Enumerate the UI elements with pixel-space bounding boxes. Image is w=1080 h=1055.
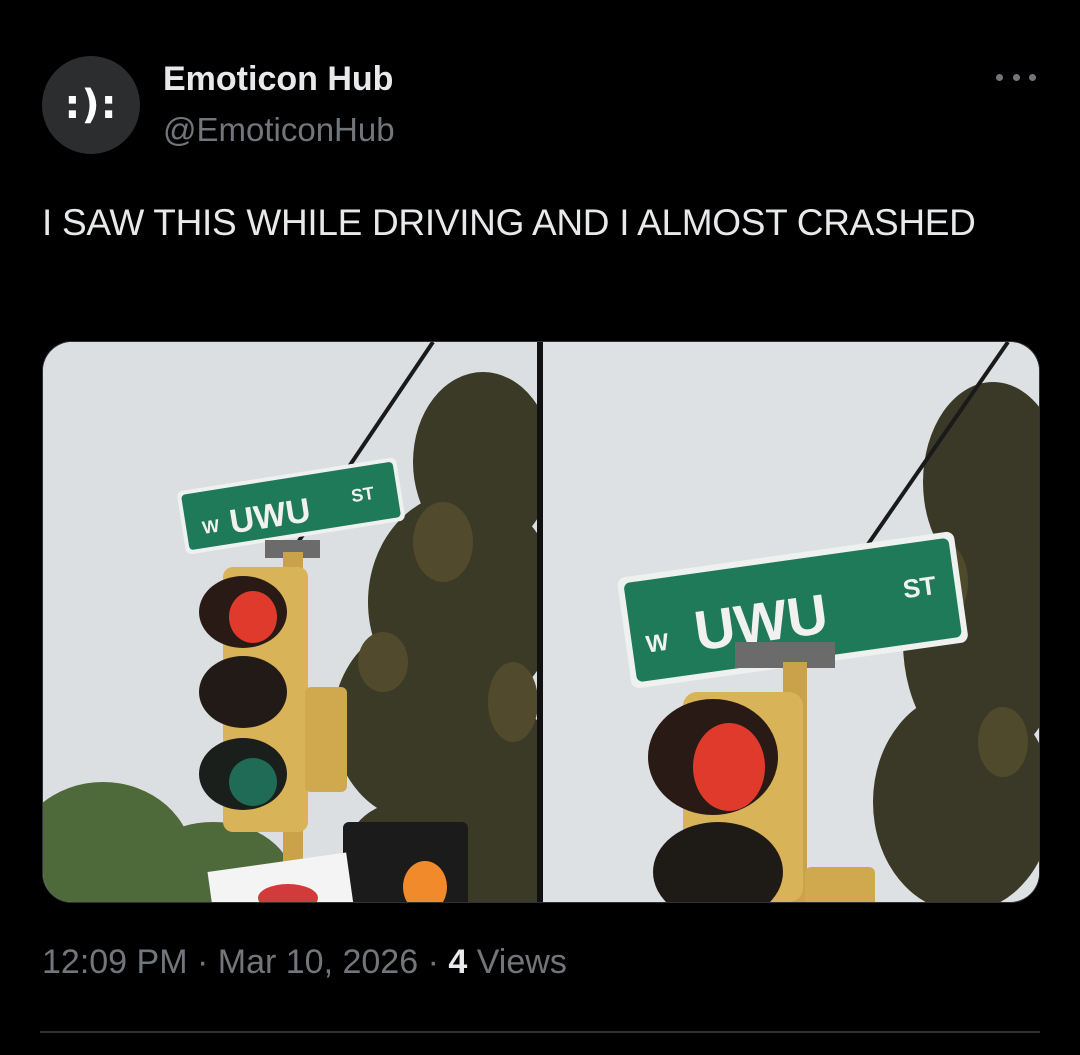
avatar[interactable]: :): xyxy=(42,56,140,154)
views-label: Views xyxy=(476,943,567,981)
tweet-time[interactable]: 12:09 PM xyxy=(42,943,188,981)
meta-separator: · xyxy=(427,943,439,981)
media-grid: W UWU ST W UWU ST xyxy=(42,341,1040,903)
more-horizontal-icon[interactable] xyxy=(996,62,1036,92)
photo-right[interactable]: W UWU ST xyxy=(543,342,1039,902)
sign-prefix-left: W xyxy=(201,516,221,538)
sign-prefix-right: W xyxy=(644,629,671,659)
photo-left[interactable]: W UWU ST xyxy=(43,342,537,902)
avatar-text: :): xyxy=(64,82,118,128)
tweet-meta: 12:09 PM · Mar 10, 2026 · 4 Views xyxy=(42,943,567,982)
user-handle[interactable]: @EmoticonHub xyxy=(163,111,395,149)
divider xyxy=(40,1031,1040,1033)
sign-suffix-right: ST xyxy=(901,570,938,604)
tweet-text: I SAW THIS WHILE DRIVING AND I ALMOST CR… xyxy=(42,202,976,243)
sign-suffix-left: ST xyxy=(350,483,376,506)
tweet-date[interactable]: Mar 10, 2026 xyxy=(218,943,418,981)
views-count: 4 xyxy=(448,943,468,981)
meta-separator: · xyxy=(196,943,209,981)
display-name[interactable]: Emoticon Hub xyxy=(163,60,393,99)
